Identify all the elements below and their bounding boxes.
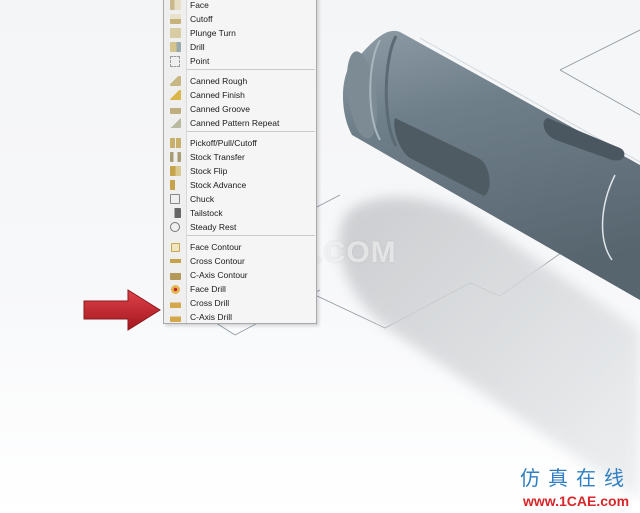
menu-item-cross-contour[interactable]: Cross Contour <box>164 254 316 268</box>
menu-separator <box>187 235 315 236</box>
menu-item-canned-pattern-repeat[interactable]: Canned Pattern Repeat <box>164 116 316 130</box>
point-icon <box>164 54 186 68</box>
canned-pattern-repeat-icon <box>164 116 186 130</box>
menu-item-c-axis-drill[interactable]: C-Axis Drill <box>164 310 316 324</box>
menu-item-canned-groove[interactable]: Canned Groove <box>164 102 316 116</box>
menu-separator <box>187 69 315 70</box>
stock-flip-icon <box>164 164 186 178</box>
plunge-turn-icon <box>164 26 186 40</box>
menu-item-face[interactable]: Face <box>164 0 316 12</box>
pickoff-icon <box>164 136 186 150</box>
chuck-icon <box>164 192 186 206</box>
menu-item-canned-rough[interactable]: Canned Rough <box>164 74 316 88</box>
menu-item-pickoff-pull-cutoff[interactable]: Pickoff/Pull/Cutoff <box>164 136 316 150</box>
canned-rough-icon <box>164 74 186 88</box>
menu-item-face-contour[interactable]: Face Contour <box>164 240 316 254</box>
canned-finish-icon <box>164 88 186 102</box>
menu-item-drill[interactable]: Drill <box>164 40 316 54</box>
menu-item-stock-transfer[interactable]: Stock Transfer <box>164 150 316 164</box>
c-axis-contour-icon <box>164 268 186 282</box>
cutoff-icon <box>164 12 186 26</box>
menu-item-steady-rest[interactable]: Steady Rest <box>164 220 316 234</box>
steady-rest-icon <box>164 220 186 234</box>
menu-item-plunge-turn[interactable]: Plunge Turn <box>164 26 316 40</box>
menu-item-chuck[interactable]: Chuck <box>164 192 316 206</box>
face-drill-icon <box>164 282 186 296</box>
menu-item-canned-finish[interactable]: Canned Finish <box>164 88 316 102</box>
menu-item-cross-drill[interactable]: Cross Drill <box>164 296 316 310</box>
c-axis-drill-icon <box>164 310 186 324</box>
3d-viewport[interactable]: CAE.COM <box>0 0 640 513</box>
tailstock-icon <box>164 206 186 220</box>
brand-chinese-text: 仿真在线 <box>520 466 632 490</box>
stock-transfer-icon <box>164 150 186 164</box>
red-pointer-arrow-icon <box>83 289 161 331</box>
menu-item-cutoff[interactable]: Cutoff <box>164 12 316 26</box>
cross-contour-icon <box>164 254 186 268</box>
brand-watermark: 仿真在线 www.1CAE.com <box>520 462 632 509</box>
brand-url-text: www.1CAE.com <box>522 493 630 509</box>
stock-advance-icon <box>164 178 186 192</box>
menu-separator <box>187 131 315 132</box>
menu-item-stock-flip[interactable]: Stock Flip <box>164 164 316 178</box>
face-contour-icon <box>164 240 186 254</box>
context-menu: Face Cutoff Plunge Turn Drill Point Cann… <box>163 0 317 324</box>
cross-drill-icon <box>164 296 186 310</box>
menu-item-point[interactable]: Point <box>164 54 316 68</box>
menu-item-c-axis-contour[interactable]: C-Axis Contour <box>164 268 316 282</box>
canned-groove-icon <box>164 102 186 116</box>
menu-item-stock-advance[interactable]: Stock Advance <box>164 178 316 192</box>
drill-icon <box>164 40 186 54</box>
menu-item-face-drill[interactable]: Face Drill <box>164 282 316 296</box>
menu-item-tailstock[interactable]: Tailstock <box>164 206 316 220</box>
face-turn-icon <box>164 0 186 12</box>
